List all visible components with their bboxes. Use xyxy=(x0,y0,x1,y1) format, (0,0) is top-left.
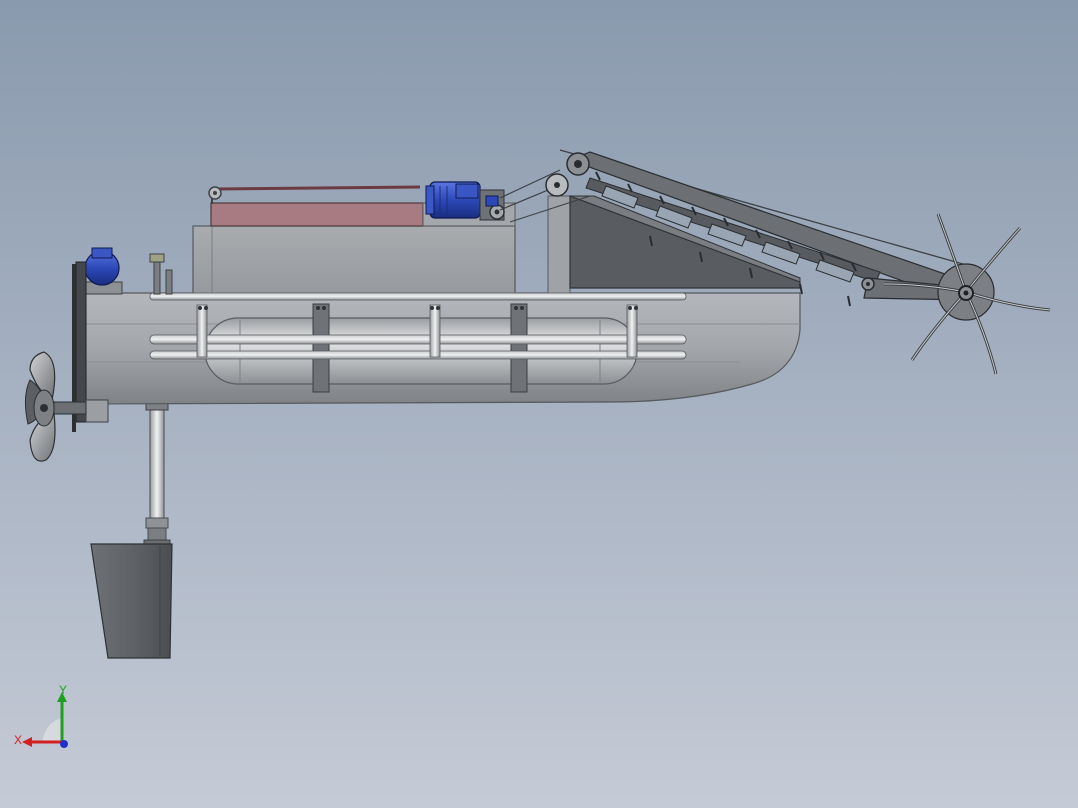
triad-plane xyxy=(42,718,62,742)
orientation-triad: Y X xyxy=(14,684,68,748)
conveyor-drive-motor[interactable] xyxy=(425,181,505,221)
graphics-viewport[interactable]: Y X xyxy=(0,0,1078,808)
x-axis-arrowhead xyxy=(22,737,32,747)
rudder-assembly[interactable] xyxy=(90,401,173,659)
model-view[interactable] xyxy=(0,0,1078,808)
x-axis-label: X xyxy=(14,733,22,747)
z-axis-dot xyxy=(60,740,68,748)
y-axis-label: Y xyxy=(59,684,67,697)
